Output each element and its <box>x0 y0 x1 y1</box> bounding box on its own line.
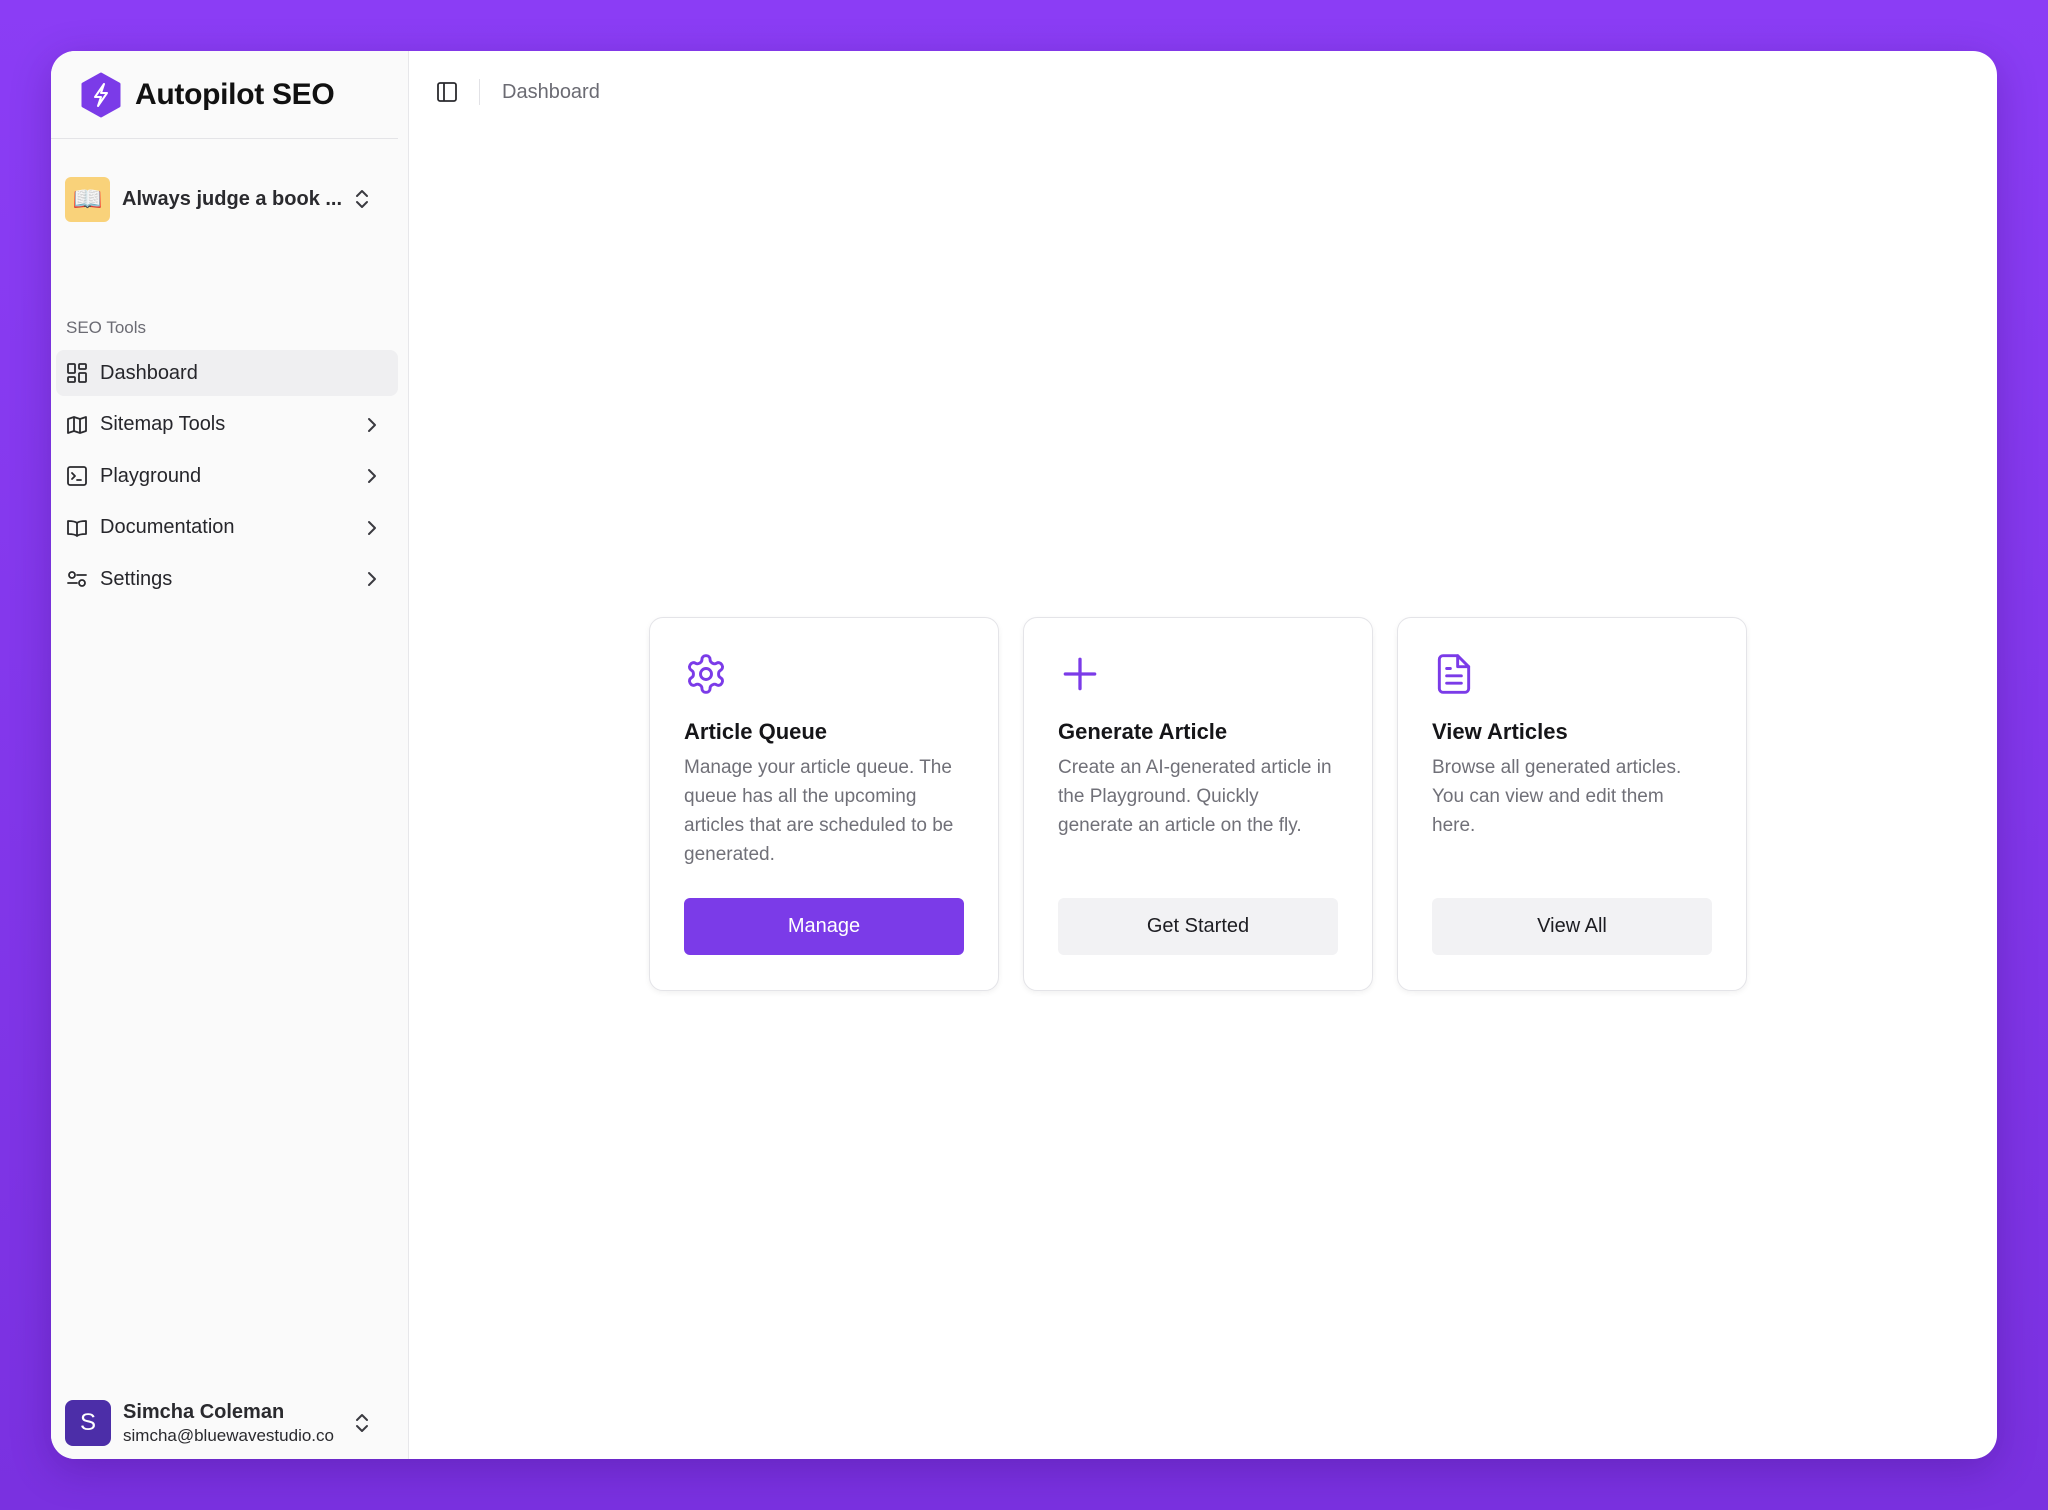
card-generate-article: Generate Article Create an AI-generated … <box>1023 617 1373 991</box>
book-open-icon <box>67 519 87 537</box>
sidebar-item-label: Sitemap Tools <box>100 413 226 435</box>
chevrons-up-down-icon <box>356 1414 368 1432</box>
get-started-button[interactable]: Get Started <box>1058 898 1338 955</box>
card-title: Article Queue <box>684 719 828 744</box>
card-description: Create an AI-generated article in the Pl… <box>1058 757 1332 836</box>
dashboard-cards: Article Queue Manage your article queue.… <box>649 617 1747 991</box>
user-name: Simcha Coleman <box>123 1400 285 1423</box>
plus-icon <box>1063 657 1097 691</box>
user-info: Simcha Coleman simcha@bluewavestudio.co <box>123 1401 334 1446</box>
file-text-icon <box>1437 654 1471 694</box>
layout-dashboard-icon <box>67 363 87 383</box>
brand[interactable]: Autopilot SEO <box>51 51 398 139</box>
sidebar-item-label: Documentation <box>100 516 235 538</box>
card-description: Browse all generated articles. You can v… <box>1432 757 1682 836</box>
chevron-right-icon <box>368 572 376 586</box>
topbar: Dashboard <box>409 51 1997 133</box>
sidebar: Autopilot SEO 📖 Always judge a book ... … <box>51 51 409 1459</box>
chevrons-up-down-icon <box>356 190 368 208</box>
sidebar-toggle-icon[interactable] <box>435 80 459 104</box>
card-article-queue: Article Queue Manage your article queue.… <box>649 617 999 991</box>
sidebar-item-sitemap-tools[interactable]: Sitemap Tools <box>56 402 398 448</box>
main-content: Dashboard Article Queue Manage your arti… <box>409 51 1997 1459</box>
user-email: simcha@bluewavestudio.co <box>123 1425 334 1445</box>
sidebar-item-label: Playground <box>100 464 202 487</box>
gear-icon <box>688 654 724 694</box>
brand-name: Autopilot SEO <box>135 77 335 111</box>
card-title: Generate Article <box>1058 719 1228 744</box>
sidebar-item-label: Dashboard <box>100 361 198 384</box>
breadcrumb[interactable]: Dashboard <box>502 81 600 104</box>
card-description: Manage your article queue. The queue has… <box>684 757 954 865</box>
lightning-hexagon-icon <box>81 72 121 117</box>
nav-group-label: SEO Tools <box>66 318 147 337</box>
view-all-button[interactable]: View All <box>1432 898 1712 955</box>
user-menu[interactable]: S Simcha Coleman simcha@bluewavestudio.c… <box>65 1397 387 1449</box>
avatar: S <box>65 1400 111 1446</box>
chevron-right-icon <box>368 469 376 483</box>
sliders-icon <box>67 571 87 587</box>
sidebar-item-label: Settings <box>100 567 173 590</box>
card-view-articles: View Articles Browse all generated artic… <box>1397 617 1747 991</box>
card-title: View Articles <box>1432 719 1568 744</box>
workspace-switcher[interactable]: 📖 Always judge a book ... <box>65 171 387 227</box>
sidebar-nav: Dashboard Sitemap Tools Playground Docum… <box>56 350 398 608</box>
book-emoji-icon: 📖 <box>65 176 110 222</box>
map-icon <box>67 415 87 434</box>
chevron-right-icon <box>368 417 376 432</box>
sidebar-item-documentation[interactable]: Documentation <box>56 505 398 551</box>
app-window: Autopilot SEO 📖 Always judge a book ... … <box>51 51 1997 1459</box>
sidebar-item-settings[interactable]: Settings <box>56 556 398 602</box>
chevron-right-icon <box>368 520 376 535</box>
terminal-square-icon <box>67 466 87 486</box>
manage-button[interactable]: Manage <box>684 898 964 955</box>
sidebar-item-dashboard[interactable]: Dashboard <box>56 350 398 396</box>
sidebar-item-playground[interactable]: Playground <box>56 453 398 499</box>
topbar-divider <box>479 79 480 105</box>
workspace-name: Always judge a book ... <box>122 187 343 210</box>
